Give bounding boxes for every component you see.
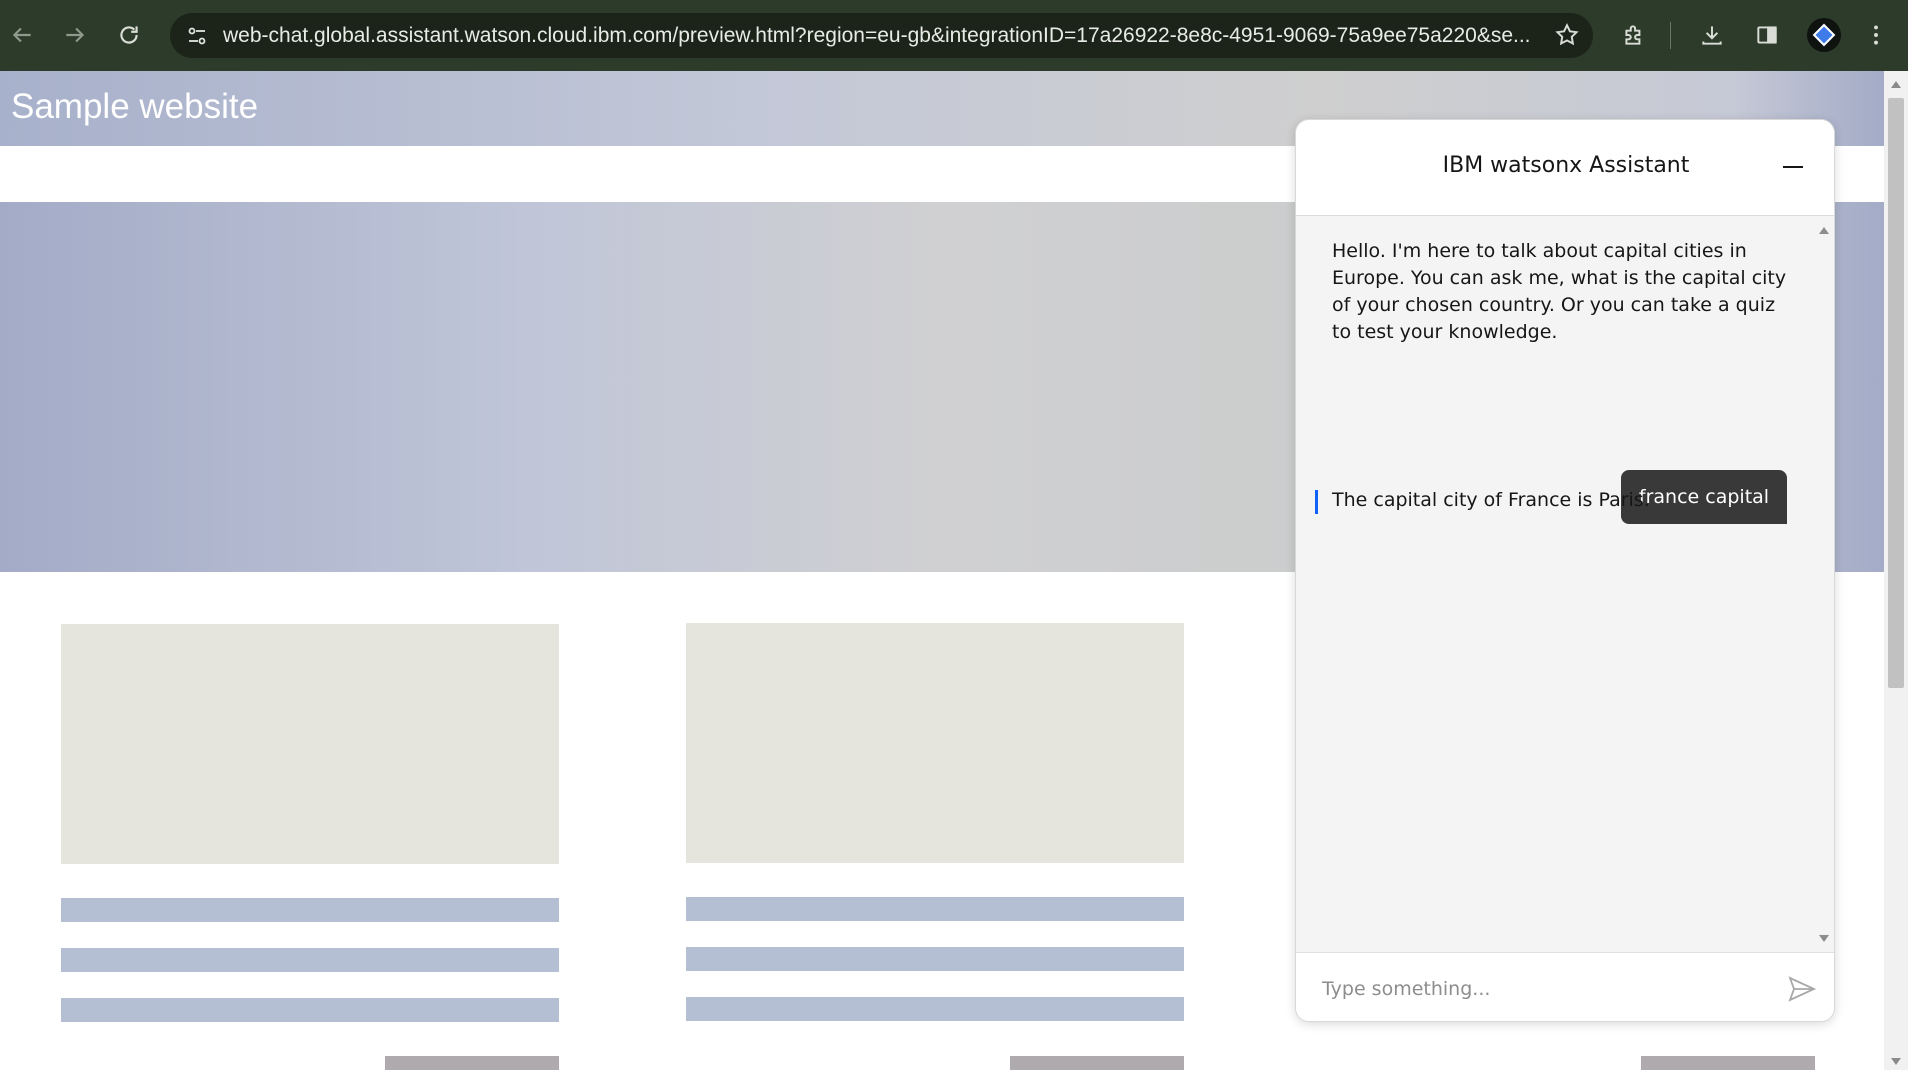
site-title: Sample website: [11, 87, 259, 126]
send-icon: [1788, 976, 1817, 1002]
bot-message: Hello. I'm here to talk about capital ci…: [1332, 240, 1787, 343]
bookmark-star-icon[interactable]: [1551, 19, 1583, 51]
minimize-button[interactable]: [1776, 150, 1810, 184]
card-line-2a: [686, 897, 1184, 921]
chat-widget: IBM watsonx Assistant Hello. I'm here to…: [1295, 119, 1835, 1022]
scroll-down-arrow-icon[interactable]: [1891, 1058, 1901, 1065]
scrollbar-thumb[interactable]: [1888, 98, 1904, 688]
card-button-1[interactable]: [385, 1056, 559, 1070]
menu-kebab-icon[interactable]: [1857, 16, 1895, 54]
bot-response-marker: [1315, 490, 1318, 514]
profile-badge-icon: [1812, 23, 1836, 47]
chat-header: IBM watsonx Assistant: [1296, 120, 1834, 216]
send-button[interactable]: [1785, 973, 1819, 1005]
card-line-1b: [61, 948, 559, 972]
side-panel-icon[interactable]: [1748, 16, 1786, 54]
reload-icon[interactable]: [110, 16, 148, 54]
profile-avatar[interactable]: [1807, 18, 1841, 52]
back-icon[interactable]: [3, 16, 41, 54]
chat-message-input[interactable]: [1322, 973, 1752, 1005]
chat-messages[interactable]: Hello. I'm here to talk about capital ci…: [1296, 217, 1834, 951]
forward-icon[interactable]: [56, 16, 94, 54]
card-button-2[interactable]: [1010, 1056, 1184, 1070]
chat-scroll-down-icon[interactable]: [1819, 935, 1829, 942]
card-button-3[interactable]: [1641, 1056, 1815, 1070]
bot-message: The capital city of France is Paris.: [1332, 489, 1650, 511]
browser-toolbar: web-chat.global.assistant.watson.cloud.i…: [0, 0, 1908, 71]
url-text[interactable]: web-chat.global.assistant.watson.cloud.i…: [223, 24, 1538, 48]
chat-scroll-up-icon[interactable]: [1819, 227, 1829, 234]
page-scrollbar[interactable]: [1884, 71, 1908, 1070]
card-image-1: [61, 624, 559, 864]
toolbar-divider: [1670, 22, 1671, 49]
extensions-icon[interactable]: [1615, 16, 1653, 54]
address-bar[interactable]: web-chat.global.assistant.watson.cloud.i…: [170, 13, 1593, 58]
scroll-up-arrow-icon[interactable]: [1891, 81, 1901, 88]
card-line-1a: [61, 898, 559, 922]
minimize-icon: [1783, 166, 1803, 168]
chat-input-bar: [1296, 952, 1834, 1021]
site-settings-icon[interactable]: [182, 21, 212, 51]
card-line-1c: [61, 998, 559, 1022]
download-icon[interactable]: [1693, 16, 1731, 54]
card-image-2: [686, 623, 1184, 863]
chat-title: IBM watsonx Assistant: [1442, 153, 1690, 178]
card-line-2c: [686, 997, 1184, 1021]
card-line-2b: [686, 947, 1184, 971]
